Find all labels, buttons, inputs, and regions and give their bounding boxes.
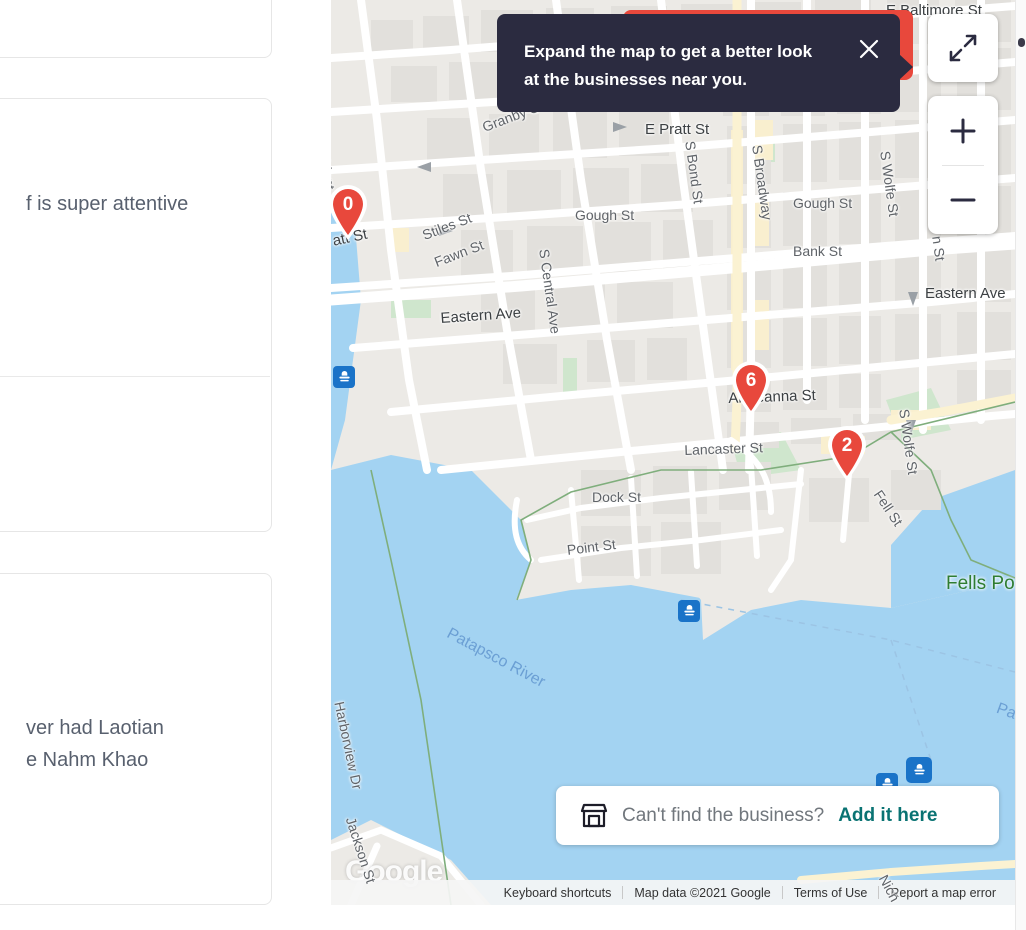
minus-icon bbox=[950, 198, 976, 201]
ferry-stop-icon[interactable] bbox=[906, 757, 932, 783]
map-marker[interactable]: 2 bbox=[825, 424, 869, 482]
scrollbar-thumb[interactable] bbox=[1018, 38, 1025, 47]
review-snippet: e Nahm Khao bbox=[26, 749, 149, 771]
add-business-prompt: Can't find the business? bbox=[622, 804, 825, 826]
review-list-panel: f is super attentive ver had Laotian e N… bbox=[0, 0, 331, 930]
keyboard-shortcuts-link[interactable]: Keyboard shortcuts bbox=[493, 886, 623, 900]
close-icon[interactable] bbox=[856, 36, 882, 62]
expand-map-tooltip: Expand the map to get a better look at t… bbox=[497, 14, 913, 112]
marker-count: 6 bbox=[745, 370, 757, 391]
map-label: Eastern Ave bbox=[925, 285, 1006, 302]
zoom-in-button[interactable] bbox=[928, 96, 998, 165]
map-label: Gough St bbox=[793, 195, 853, 211]
map-label: E Pratt St bbox=[645, 121, 710, 138]
map-label: Gough St bbox=[575, 207, 635, 223]
terms-of-use-link[interactable]: Terms of Use bbox=[783, 886, 879, 900]
marker-count: 2 bbox=[841, 435, 853, 456]
marker-count: 0 bbox=[342, 194, 354, 215]
map-marker[interactable]: 6 bbox=[729, 359, 773, 417]
add-business-link[interactable]: Add it here bbox=[838, 805, 937, 827]
map-attribution-bar: Keyboard shortcuts Map data ©2021 Google… bbox=[331, 880, 1015, 905]
map-label: Fells Po bbox=[946, 573, 1015, 594]
map-viewport[interactable]: .rd { stroke:#ffffff; fill:none; stroke-… bbox=[331, 0, 1015, 905]
divider bbox=[942, 165, 984, 166]
expand-arrows-icon bbox=[949, 34, 977, 62]
ferry-stop-icon[interactable] bbox=[678, 600, 700, 622]
add-business-banner[interactable]: Can't find the business? Add it here bbox=[556, 786, 999, 845]
review-card[interactable] bbox=[0, 0, 272, 58]
review-snippet: f is super attentive bbox=[26, 193, 189, 215]
tooltip-message: Expand the map to get a better look at t… bbox=[524, 42, 813, 89]
plus-icon bbox=[950, 118, 976, 143]
map-label: Dock St bbox=[592, 489, 642, 505]
review-card[interactable] bbox=[0, 98, 272, 532]
zoom-out-button[interactable] bbox=[928, 165, 998, 234]
review-snippet: ver had Laotian bbox=[26, 717, 164, 739]
storefront-icon bbox=[580, 803, 608, 827]
map-search-page: f is super attentive ver had Laotian e N… bbox=[0, 0, 1026, 930]
map-marker[interactable]: 0 bbox=[331, 183, 370, 241]
map-label: Lancaster St bbox=[684, 439, 764, 458]
map-label: n St bbox=[929, 235, 949, 262]
card-divider bbox=[0, 376, 270, 377]
ferry-stop-icon[interactable] bbox=[333, 366, 355, 388]
expand-map-button[interactable] bbox=[928, 14, 998, 82]
page-scrollbar[interactable] bbox=[1015, 0, 1026, 930]
map-data-attribution: Map data ©2021 Google bbox=[634, 885, 771, 900]
zoom-controls bbox=[928, 96, 998, 234]
map-label: Bank St bbox=[793, 243, 843, 259]
